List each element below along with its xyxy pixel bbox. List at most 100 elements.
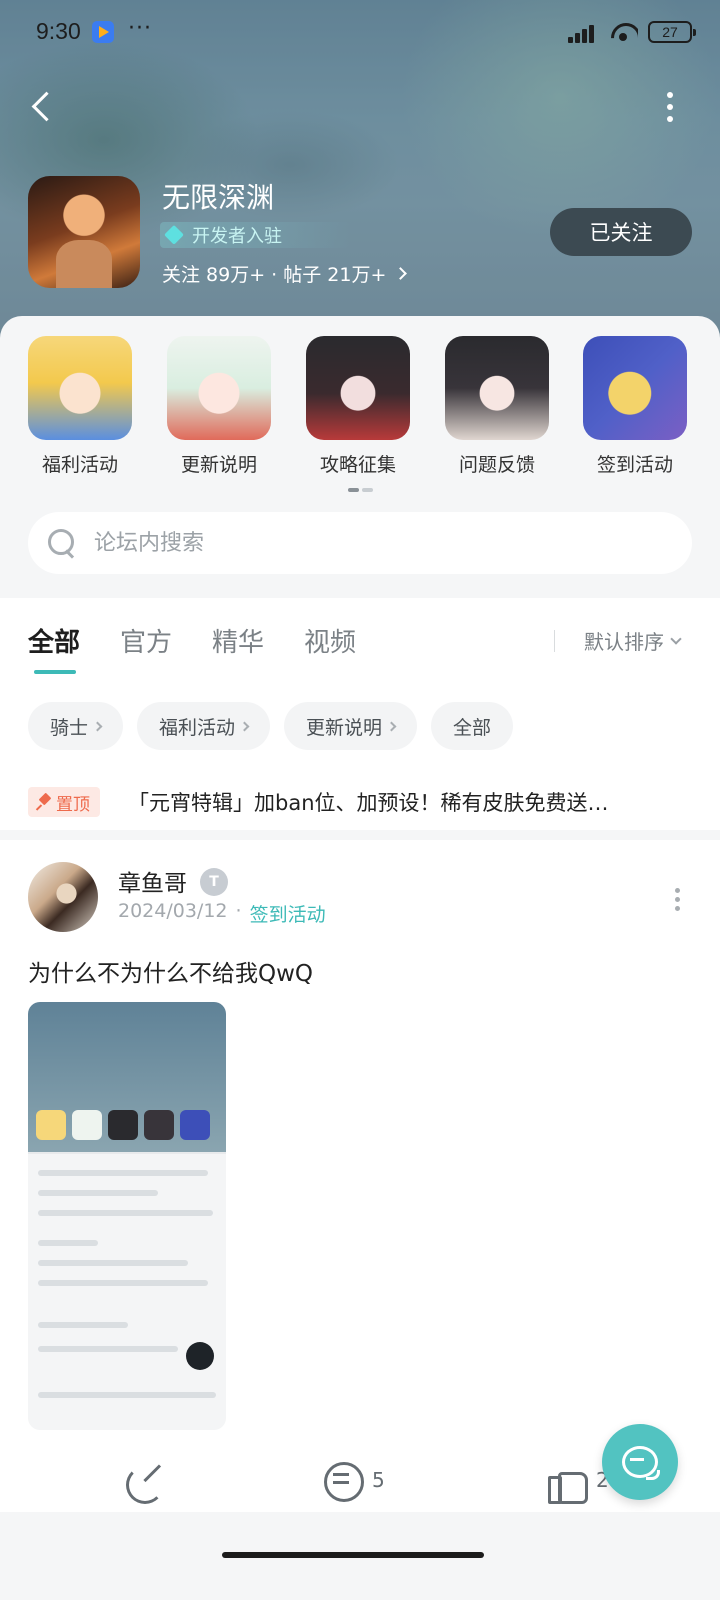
chip-label: 骑士 xyxy=(50,716,89,739)
forum-stats-text: 关注 89万+ · 帖子 21万+ xyxy=(162,264,387,286)
developer-badge: 开发者入驻 xyxy=(160,222,350,248)
shortcut-feedback[interactable]: 问题反馈 xyxy=(437,336,557,477)
chip-all[interactable]: 全部 xyxy=(431,702,514,750)
chevron-right-icon xyxy=(92,721,103,731)
thumbs-up-icon xyxy=(546,1460,588,1504)
forum-content: 福利活动 更新说明 攻略征集 问题反馈 签到活动 全部 官方 精华 视频 xyxy=(0,316,720,1600)
status-time: 9:30 xyxy=(36,18,81,44)
forum-avatar xyxy=(28,176,140,288)
screenshot-divider xyxy=(28,1152,226,1154)
shortcut-label: 签到活动 xyxy=(596,454,673,476)
chip-welfare[interactable]: 福利活动 xyxy=(137,702,271,750)
screenshot-line xyxy=(38,1210,213,1216)
chat-bubble-icon xyxy=(646,1470,660,1480)
screenshot-thumb xyxy=(144,1110,174,1140)
tab-featured[interactable]: 精华 xyxy=(212,622,264,659)
comment-count: 5 xyxy=(372,1468,385,1492)
screenshot-thumb xyxy=(108,1110,138,1140)
more-notifications-icon: ··· xyxy=(128,16,152,41)
screenshot-line xyxy=(38,1322,128,1328)
avatar[interactable] xyxy=(28,862,98,932)
pin-icon xyxy=(36,794,52,810)
status-bar: 9:30 ··· 27 xyxy=(0,0,720,64)
diamond-icon xyxy=(164,225,186,245)
home-indicator[interactable] xyxy=(222,1552,484,1558)
search-icon xyxy=(48,529,76,557)
screenshot-line xyxy=(38,1280,208,1286)
battery-icon: 27 xyxy=(648,21,696,43)
app-notification-icon xyxy=(92,21,114,43)
share-button[interactable] xyxy=(124,1460,164,1500)
feedback-avatar-icon xyxy=(445,336,549,440)
like-button[interactable]: 2 xyxy=(546,1460,609,1504)
share-icon xyxy=(124,1460,164,1500)
chevron-right-icon xyxy=(386,721,397,731)
post-screenshot-image[interactable] xyxy=(28,1002,226,1430)
tab-video[interactable]: 视频 xyxy=(304,622,356,659)
chevron-right-icon xyxy=(394,267,408,280)
tab-all[interactable]: 全部 xyxy=(28,622,80,674)
chip-label: 更新说明 xyxy=(306,716,383,739)
post-card[interactable]: 章鱼哥 T 2024/03/12 · 签到活动 为什么不为什么不给我QwQ 5 … xyxy=(0,840,720,1512)
chevron-down-icon xyxy=(670,632,682,645)
status-indicators: 27 xyxy=(568,20,696,44)
sort-select[interactable]: 默认排序 xyxy=(584,626,682,655)
more-options-button[interactable] xyxy=(664,92,676,126)
pinned-post[interactable]: 置顶 「元宵特辑」加ban位、加预设！稀有皮肤免费送… xyxy=(0,774,720,830)
category-chips: 骑士 福利活动 更新说明 全部 xyxy=(28,702,514,750)
post-more-button[interactable] xyxy=(672,888,682,914)
screenshot-thumb xyxy=(180,1110,210,1140)
shortcut-welfare[interactable]: 福利活动 xyxy=(20,336,140,477)
sort-label: 默认排序 xyxy=(584,630,664,654)
developer-badge-label: 开发者入驻 xyxy=(192,226,282,247)
post-tabs: 全部 官方 精华 视频 xyxy=(28,622,356,674)
author-name[interactable]: 章鱼哥 xyxy=(118,864,187,898)
chip-label: 福利活动 xyxy=(159,716,236,739)
pinned-post-title: 「元宵特辑」加ban位、加预设！稀有皮肤免费送… xyxy=(128,791,609,815)
follow-button[interactable]: 已关注 xyxy=(550,208,692,256)
post-text: 为什么不为什么不给我QwQ xyxy=(28,961,314,987)
screenshot-line xyxy=(38,1170,208,1176)
tab-official[interactable]: 官方 xyxy=(120,622,172,659)
shortcut-checkin[interactable]: 签到活动 xyxy=(575,336,695,477)
forum-title: 无限深渊 xyxy=(162,181,275,214)
pinned-badge: 置顶 xyxy=(28,787,100,817)
screenshot-thumb xyxy=(36,1110,66,1140)
shortcut-guides[interactable]: 攻略征集 xyxy=(298,336,418,477)
screenshot-line xyxy=(38,1190,158,1196)
shortcut-label: 问题反馈 xyxy=(458,454,535,476)
signal-icon xyxy=(568,21,600,43)
shortcut-update-notes[interactable]: 更新说明 xyxy=(159,336,279,477)
forum-search-box[interactable] xyxy=(28,512,692,574)
forum-stats[interactable]: 关注 89万+ · 帖子 21万+ xyxy=(162,260,408,287)
back-button[interactable] xyxy=(22,86,62,130)
post-category[interactable]: 签到活动 xyxy=(250,900,326,927)
checkin-avatar-icon xyxy=(583,336,687,440)
screenshot-thumb xyxy=(72,1110,102,1140)
shortcut-label: 攻略征集 xyxy=(319,454,396,476)
meta-separator: · xyxy=(235,900,242,922)
post-meta: 2024/03/12 · 签到活动 xyxy=(118,900,326,927)
pinned-badge-label: 置顶 xyxy=(56,794,90,815)
welfare-avatar-icon xyxy=(28,336,132,440)
chat-fab-button[interactable] xyxy=(602,1424,678,1500)
guides-avatar-icon xyxy=(306,336,410,440)
update-avatar-icon xyxy=(167,336,271,440)
post-filter-panel: 全部 官方 精华 视频 默认排序 骑士 福利活动 更新说明 全部 置顶 「元宵特… xyxy=(0,598,720,830)
chip-update-notes[interactable]: 更新说明 xyxy=(284,702,418,750)
screenshot-line xyxy=(38,1260,188,1266)
chevron-right-icon xyxy=(239,721,250,731)
post-date: 2024/03/12 xyxy=(118,900,228,922)
search-input[interactable] xyxy=(94,530,654,556)
shortcut-row: 福利活动 更新说明 攻略征集 问题反馈 签到活动 xyxy=(0,336,720,476)
shortcut-label: 福利活动 xyxy=(41,454,118,476)
screenshot-line xyxy=(38,1392,216,1398)
chip-knight[interactable]: 骑士 xyxy=(28,702,124,750)
tab-divider xyxy=(554,630,555,652)
user-level-badge: T xyxy=(200,868,228,896)
comment-button[interactable]: 5 xyxy=(322,1460,385,1502)
screenshot-line xyxy=(38,1346,178,1352)
screenshot-fab xyxy=(186,1342,214,1370)
screenshot-line xyxy=(38,1240,98,1246)
wifi-icon xyxy=(610,21,638,43)
